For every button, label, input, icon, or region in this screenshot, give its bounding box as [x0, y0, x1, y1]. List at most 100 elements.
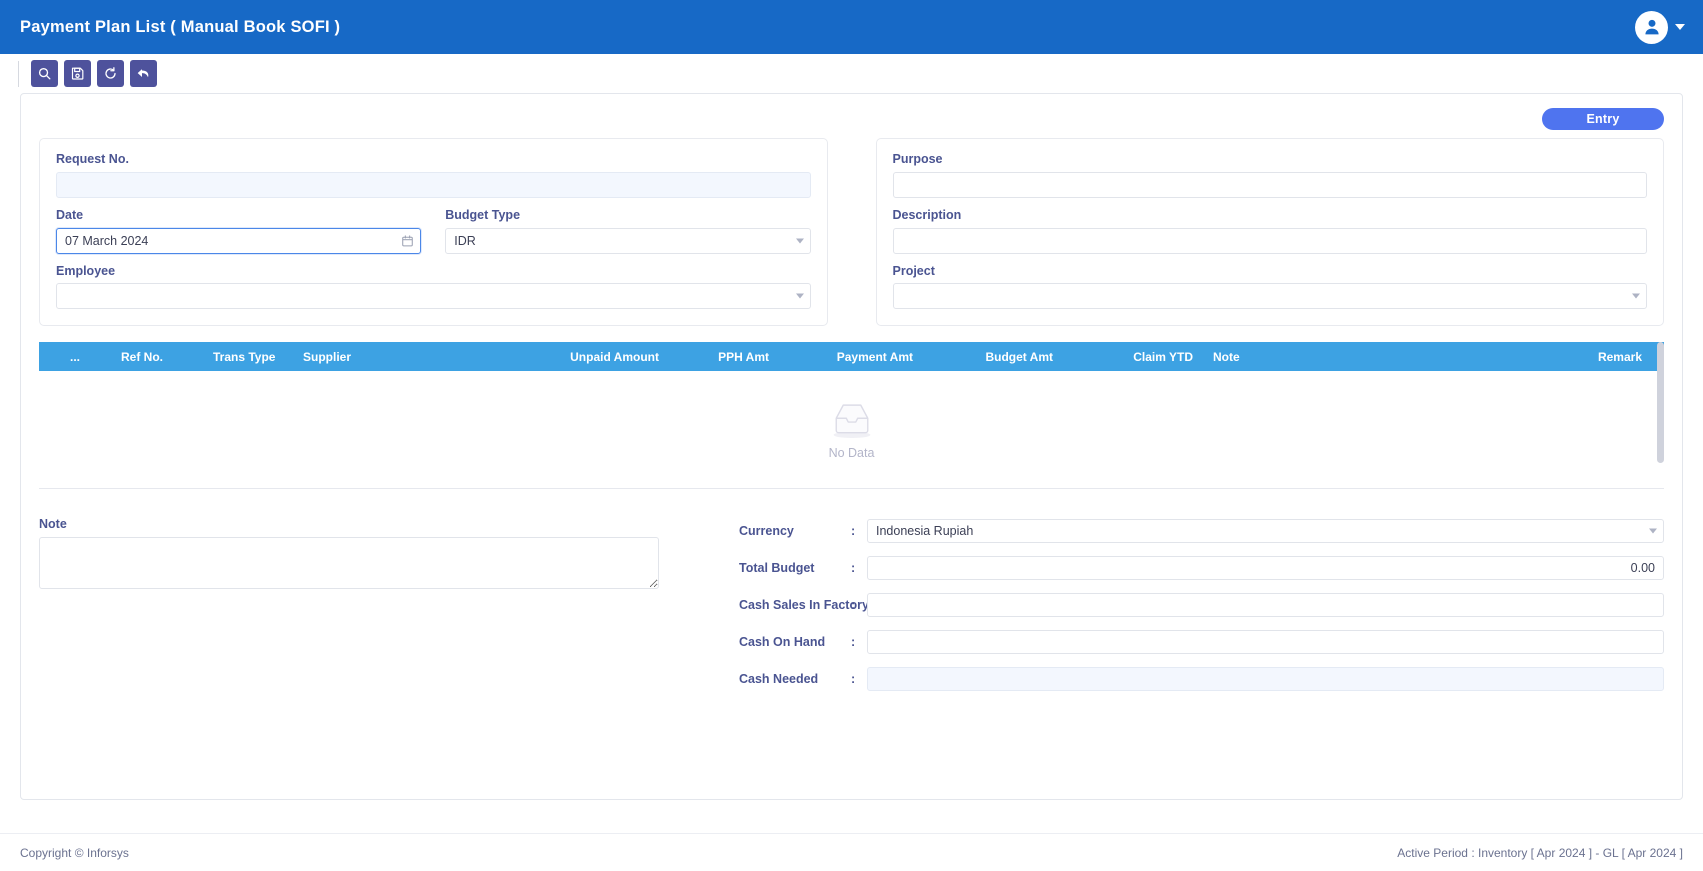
table-column-header-trans-type[interactable]: Trans Type [203, 350, 293, 364]
table-header-row: ... Ref No. Trans Type Supplier Unpaid Amoun… [39, 342, 1664, 372]
project-select[interactable] [892, 283, 1647, 310]
form-panels: Request No. Date 07 March 2024 Budget Ty… [39, 138, 1664, 327]
description-field-group: Description [892, 207, 1647, 254]
cash-on-hand-input-wrap [867, 630, 1664, 655]
arrow-back-icon [137, 69, 149, 78]
note-section: Note [39, 517, 659, 691]
description-label: Description [892, 207, 962, 222]
search-button[interactable] [31, 60, 58, 87]
toolbar [0, 54, 1703, 93]
date-budget-row: Date 07 March 2024 Budget Type IDR [56, 207, 811, 254]
user-icon [1644, 19, 1659, 35]
cash-needed-separator: : [851, 672, 856, 687]
date-input-wrap [56, 227, 422, 254]
cash-sales-in-factory-input-wrap [867, 593, 1664, 618]
footer-active-period: Active Period : Inventory [ Apr 2024 ] -… [1397, 845, 1683, 860]
summary-row-cash-on-hand: Cash On Hand: [739, 630, 1664, 655]
summary-row-cash-sales-in-factory: Cash Sales In Factory: [739, 593, 1664, 618]
currency-label: Currency [739, 524, 794, 539]
purpose-input[interactable] [892, 171, 1647, 198]
cash-needed-label: Cash Needed [739, 672, 819, 687]
date-input[interactable] [56, 227, 422, 254]
form-card: Entry Request No. Date 07 March 2024 Bud… [20, 93, 1683, 800]
cash-needed-field-wrap [867, 667, 1664, 692]
table-column-header-ref-no[interactable]: Ref No. [111, 350, 203, 364]
budget-type-field-group: Budget Type [445, 207, 811, 254]
note-label: Note [39, 517, 67, 532]
total-budget-input[interactable] [867, 556, 1664, 581]
table-column-header-select[interactable]: ... [39, 350, 111, 364]
project-label: Project [892, 263, 935, 278]
entry-action-row: Entry [39, 108, 1664, 130]
left-form-panel: Request No. Date 07 March 2024 Budget Ty… [39, 138, 828, 327]
avatar[interactable] [1635, 10, 1668, 44]
employee-input-wrap [56, 283, 811, 310]
summary-section: Currency: Total Budget: Cash Sales In Fact… [739, 517, 1664, 692]
content-area: Entry Request No. Date 07 March 2024 Bud… [0, 93, 1703, 833]
header-user-menu[interactable] [1635, 10, 1685, 44]
description-input[interactable] [892, 227, 1647, 254]
search-icon [38, 67, 51, 80]
cash-sales-in-factory-label: Cash Sales In Factory [739, 598, 869, 613]
employee-select[interactable] [56, 283, 811, 310]
save-button[interactable] [64, 60, 91, 87]
bottom-section: Note Currency: Total Budget: Cash Sales In… [39, 517, 1664, 692]
cash-on-hand-label: Cash On Hand [739, 635, 826, 650]
table-column-header-note[interactable]: Note [1203, 350, 1403, 364]
employee-field-group: Employee [56, 263, 811, 310]
currency-input-wrap [867, 519, 1664, 544]
table-column-header-unpaid-amount[interactable]: Unpaid Amount [541, 350, 669, 364]
purpose-field-group: Purpose [892, 152, 1647, 198]
table-column-header-supplier[interactable]: Supplier [293, 350, 541, 364]
total-budget-separator: : [851, 561, 856, 576]
total-budget-field-wrap [867, 556, 1664, 581]
empty-state: No Data [824, 399, 880, 460]
entry-button[interactable]: Entry [1542, 108, 1664, 130]
table-column-header-remark[interactable]: Remark [1403, 350, 1664, 364]
total-budget-input-wrap [867, 556, 1664, 581]
app-footer: Copyright © Inforsys Active Period : Inv… [0, 833, 1703, 871]
page-title: Payment Plan List ( Manual Book SOFI ) [20, 17, 341, 36]
table-column-header-pph-amt[interactable]: PPH Amt [669, 350, 779, 364]
summary-row-currency: Currency: [739, 519, 1664, 544]
employee-label: Employee [56, 263, 116, 278]
cash-needed-input[interactable] [867, 667, 1664, 692]
date-label: Date [56, 207, 84, 222]
chevron-down-icon[interactable] [1675, 24, 1685, 30]
date-field-group: Date [56, 207, 422, 254]
budget-type-label: Budget Type [445, 207, 521, 222]
currency-separator: : [851, 524, 856, 539]
request-no-input[interactable] [56, 171, 811, 198]
purpose-label: Purpose [892, 152, 943, 166]
note-textarea[interactable] [39, 537, 659, 590]
cash-sales-in-factory-input[interactable] [867, 593, 1664, 618]
cash-needed-input-wrap [867, 667, 1664, 692]
app-header: Payment Plan List ( Manual Book SOFI ) [0, 0, 1703, 54]
table-vertical-scrollbar[interactable] [1657, 342, 1664, 464]
cash-on-hand-input[interactable] [867, 630, 1664, 655]
cash-sales-in-factory-field-wrap [867, 593, 1664, 618]
cash-on-hand-separator: : [851, 635, 856, 650]
refresh-ccw-icon [105, 67, 116, 79]
summary-row-cash-needed: Cash Needed: [739, 667, 1664, 692]
project-input-wrap [892, 283, 1647, 310]
empty-inbox-icon [833, 404, 870, 439]
cash-on-hand-field-wrap [867, 630, 1664, 655]
reset-button[interactable] [97, 60, 124, 87]
app-window: Payment Plan List ( Manual Book SOFI ) E… [0, 0, 1703, 871]
budget-type-select[interactable] [445, 227, 811, 254]
budget-type-input-wrap [445, 227, 811, 254]
request-no-label: Request No. [56, 152, 129, 166]
toolbar-divider [18, 60, 19, 87]
table-body: No Data [39, 371, 1664, 490]
table-column-header-payment-amt[interactable]: Payment Amt [779, 350, 923, 364]
project-field-group: Project [892, 263, 1647, 310]
currency-select[interactable] [867, 519, 1664, 544]
total-budget-label: Total Budget [739, 561, 815, 576]
currency-field-wrap [867, 519, 1664, 544]
right-form-panel: Purpose Description Project [875, 138, 1664, 327]
table-column-header-claim-ytd[interactable]: Claim YTD [1063, 350, 1203, 364]
table-column-header-budget-amt[interactable]: Budget Amt [923, 350, 1063, 364]
save-floppy-icon [71, 67, 84, 80]
back-button[interactable] [130, 60, 157, 87]
